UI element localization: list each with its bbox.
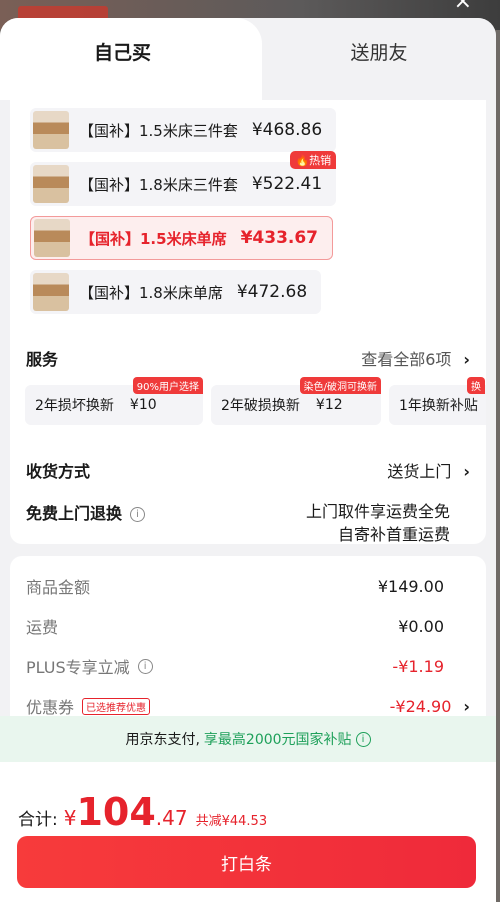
service-badge: 染色/破洞可换新 [299, 377, 381, 394]
total-decimal: .47 [155, 806, 188, 830]
service-price: ¥10 [129, 397, 157, 413]
coupon-label: 优惠券 [26, 698, 75, 717]
plus-discount-label: PLUS专享立减 [26, 658, 130, 677]
free-return-row: 免费上门退换 i 上门取件享运费全免 自寄补首重运费 [26, 500, 470, 546]
purchase-sheet: 自己买 送朋友 【国补】1.5米床三件套 ¥468.86 【国补】1.8米床三件… [0, 18, 496, 902]
shipping-value: ¥0.00 [398, 616, 444, 636]
view-all-label: 查看全部6项 [361, 350, 452, 369]
service-name: 1年换新补贴 [399, 398, 478, 414]
shipping-row: 运费 ¥0.00 [26, 614, 470, 638]
info-icon[interactable]: i [130, 507, 146, 522]
service-name: 2年损坏换新 [35, 398, 114, 414]
free-return-line1: 上门取件享运费全免 [305, 502, 450, 521]
delivery-row[interactable]: 收货方式 送货上门 › [26, 458, 470, 482]
view-all-services[interactable]: 查看全部6项 › [361, 346, 470, 370]
product-thumbnail [33, 111, 69, 149]
option-price: ¥472.68 [236, 282, 308, 302]
coupon-value: -¥24.90 [389, 696, 452, 716]
subsidy-banner[interactable]: 用京东支付, 享最高2000元国家补贴 i [0, 716, 496, 762]
total-price: 合计: ¥ 104 .47 共减¥44.53 [18, 790, 267, 834]
goods-amount-label: 商品金额 [26, 578, 91, 597]
plus-discount-value: -¥1.19 [392, 656, 444, 676]
tab-send-friend[interactable]: 送朋友 [262, 38, 496, 65]
service-price: ¥12 [315, 397, 343, 413]
total-saved: 共减¥44.53 [195, 814, 268, 829]
service-item[interactable]: 2年破损换新 ¥12 染色/破洞可换新 [211, 377, 381, 425]
tab-self-buy-label: 自己买 [93, 42, 151, 64]
options-card: 【国补】1.5米床三件套 ¥468.86 【国补】1.8米床三件套 ¥522.4… [10, 100, 486, 544]
coupon-row[interactable]: 优惠券 已选推荐优惠 -¥24.90 › [26, 694, 470, 718]
shipping-label: 运费 [26, 618, 59, 637]
service-item[interactable]: 2年损坏换新 ¥10 90%用户选择 [25, 377, 203, 425]
option-name: 【国补】1.5米床三件套 [79, 121, 238, 140]
info-icon: i [355, 731, 371, 747]
banner-text: 用京东支付, [125, 732, 200, 748]
price-summary-card: 商品金额 ¥149.00 运费 ¥0.00 PLUS专享立减 i -¥1.19 优… [10, 556, 486, 736]
service-item[interactable]: 1年换新补贴 换 [389, 377, 486, 425]
hot-sale-badge: 🔥热销 [290, 151, 337, 169]
checkout-footer: 合计: ¥ 104 .47 共减¥44.53 打白条 [0, 762, 496, 902]
info-icon[interactable]: i [137, 658, 153, 674]
free-return-line2: 自寄补首重运费 [337, 525, 450, 544]
coupon-tag: 已选推荐优惠 [82, 697, 151, 715]
chevron-right-icon: › [463, 696, 470, 716]
product-thumbnail [34, 219, 70, 257]
option-item-selected[interactable]: 【国补】1.5米床单席 ¥433.67 [30, 216, 334, 260]
option-item[interactable]: 【国补】1.5米床三件套 ¥468.86 [30, 108, 337, 152]
tab-bar: 自己买 送朋友 [0, 18, 496, 100]
services-header: 服务 查看全部6项 › [26, 346, 470, 370]
option-item[interactable]: 【国补】1.8米床三件套 ¥522.41 🔥热销 [30, 151, 337, 206]
plus-discount-row: PLUS专享立减 i -¥1.19 [26, 654, 470, 678]
service-name: 2年破损换新 [221, 398, 300, 414]
delivery-label: 收货方式 [26, 462, 91, 481]
service-badge: 90%用户选择 [132, 377, 203, 394]
product-thumbnail [33, 165, 69, 203]
option-name: 【国补】1.5米床单席 [80, 229, 227, 248]
banner-highlight: 享最高2000元国家补贴 [203, 732, 352, 748]
free-return-label: 免费上门退换 [26, 504, 123, 523]
goods-amount-row: 商品金额 ¥149.00 [26, 574, 470, 598]
service-list: 2年损坏换新 ¥10 90%用户选择 2年破损换新 ¥12 染色/破洞可换新 1… [25, 377, 486, 429]
option-price: ¥468.86 [251, 120, 323, 140]
option-price: ¥433.67 [240, 228, 319, 248]
services-title: 服务 [26, 350, 59, 369]
chevron-right-icon: › [463, 462, 470, 481]
pay-button[interactable]: 打白条 [17, 836, 476, 888]
close-icon[interactable]: × [454, 0, 472, 13]
option-name: 【国补】1.8米床三件套 [79, 175, 238, 194]
total-currency: ¥ [63, 806, 77, 830]
option-item[interactable]: 【国补】1.8米床单席 ¥472.68 [30, 270, 322, 314]
service-badge: 换 [467, 377, 485, 394]
option-price: ¥522.41 [251, 174, 323, 194]
goods-amount-value: ¥149.00 [377, 576, 444, 596]
chevron-right-icon: › [463, 350, 470, 369]
total-label: 合计: [18, 810, 58, 830]
tab-self-buy[interactable]: 自己买 [0, 18, 262, 100]
product-thumbnail [33, 273, 69, 311]
delivery-value: 送货上门 [387, 462, 452, 481]
option-name: 【国补】1.8米床单席 [79, 283, 223, 302]
total-integer: 104 [76, 790, 156, 834]
